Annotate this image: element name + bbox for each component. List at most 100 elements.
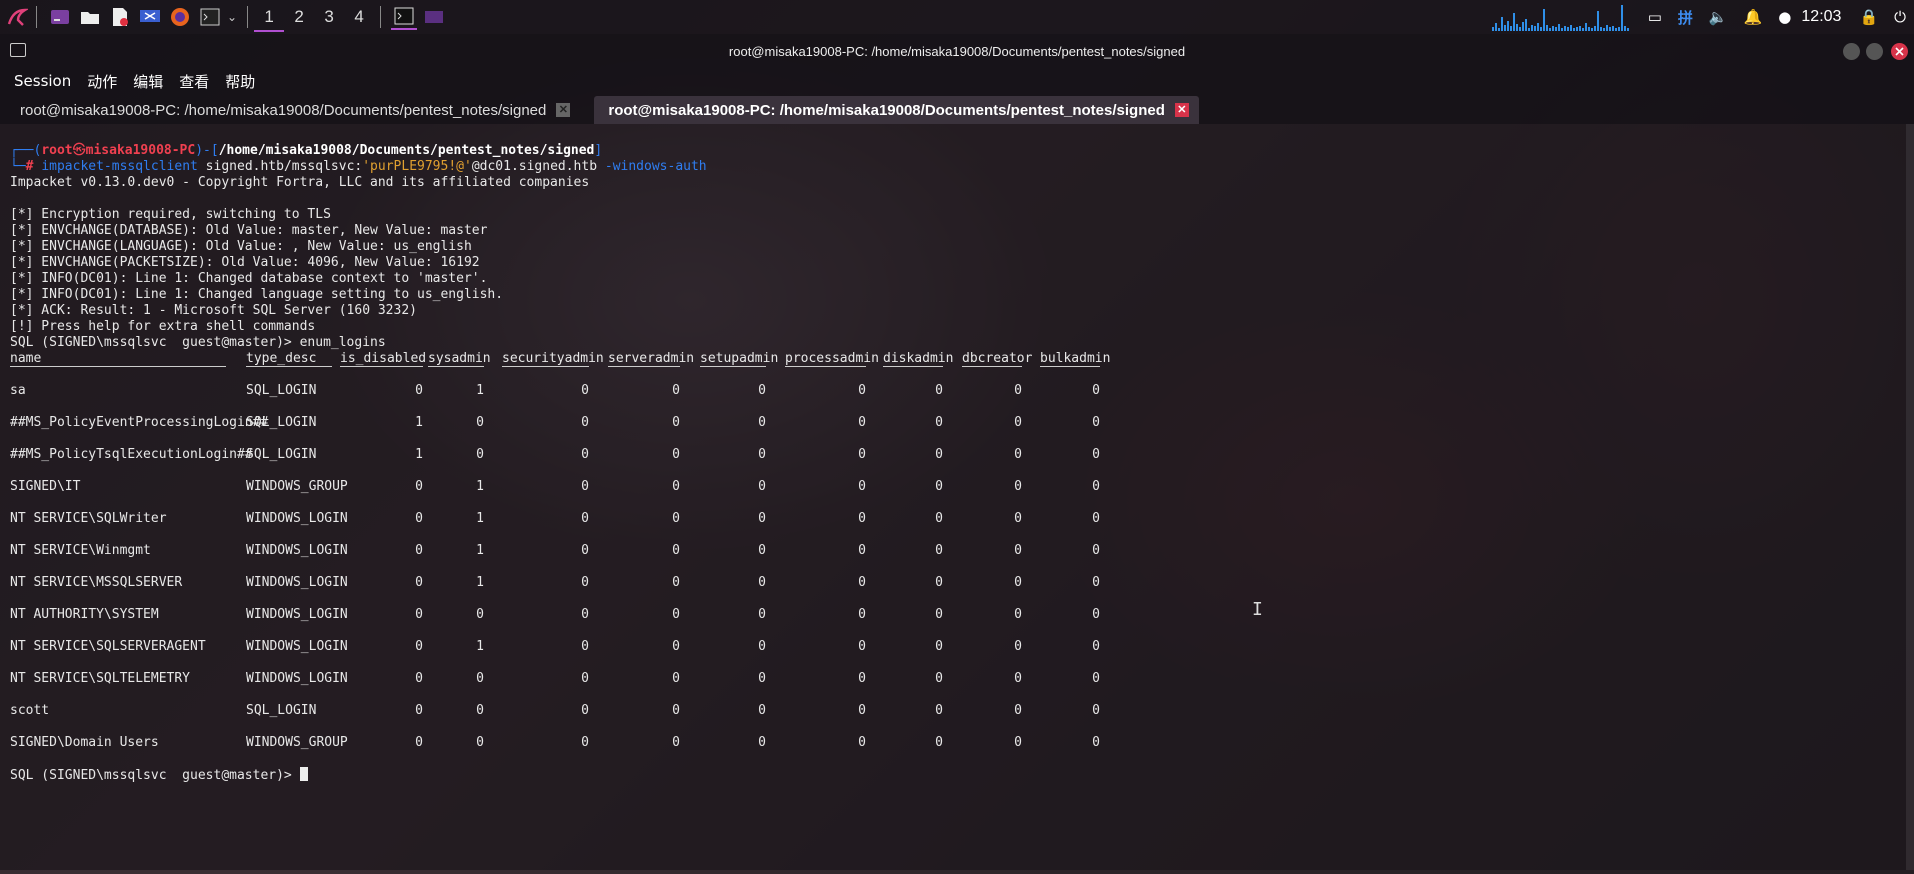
clock[interactable]: 12:03	[1801, 8, 1841, 26]
menu-help[interactable]: 帮助	[217, 71, 263, 92]
tab-terminal-2[interactable]: root@misaka19008-PC: /home/misaka19008/D…	[594, 96, 1199, 124]
table-cell: 0	[935, 479, 943, 494]
terminal-output[interactable]: ┌──(root㉿misaka19008-PC)-[/home/misaka19…	[0, 124, 1914, 870]
network-graph-bar	[1578, 26, 1581, 31]
network-graph-bar	[1608, 27, 1611, 31]
table-cell: 0	[935, 415, 943, 430]
network-graph-bar	[1500, 17, 1503, 31]
file-manager-icon[interactable]	[77, 4, 103, 30]
panel-separator	[36, 6, 37, 28]
display-icon[interactable]: ▭	[1648, 8, 1662, 26]
taskbar-terminal-icon[interactable]	[391, 4, 418, 30]
table-cell: 0	[581, 447, 589, 462]
window-titlebar[interactable]: root@misaka19008-PC: /home/misaka19008/D…	[0, 34, 1914, 68]
table-cell: 0	[1014, 511, 1022, 526]
network-graph-bar	[1566, 27, 1569, 31]
app-launcher-icon[interactable]	[47, 4, 73, 30]
window-menu-icon[interactable]	[10, 43, 26, 57]
network-graph-bar	[1497, 28, 1500, 31]
table-cell: 0	[1014, 703, 1022, 718]
terminal-launcher-icon[interactable]	[197, 4, 223, 30]
text-editor-icon[interactable]	[107, 4, 133, 30]
tab-label: root@misaka19008-PC: /home/misaka19008/D…	[608, 101, 1165, 119]
network-graph-bar	[1542, 9, 1545, 31]
network-graph-bar	[1533, 26, 1536, 31]
table-cell: 0	[1092, 671, 1100, 686]
chevron-down-icon[interactable]: ⌄	[227, 10, 237, 24]
table-cell: 0	[1092, 511, 1100, 526]
table-cell: 0	[476, 415, 484, 430]
table-cell: sa	[10, 383, 26, 398]
output-line: SQL (SIGNED\mssqlsvc guest@master)> enum…	[10, 335, 386, 350]
table-cell: 1	[476, 479, 484, 494]
output-line: [*] INFO(DC01): Line 1: Changed language…	[10, 287, 504, 302]
table-cell: 0	[858, 479, 866, 494]
table-cell: WINDOWS_GROUP	[246, 735, 348, 750]
table-cell: 0	[1014, 479, 1022, 494]
network-graph-bar	[1626, 28, 1629, 31]
table-cell: 0	[476, 735, 484, 750]
column-header-diskadmin: diskadmin	[883, 351, 954, 367]
menu-view[interactable]: 查看	[171, 71, 217, 92]
workspace-1[interactable]: 1	[254, 2, 285, 32]
network-graph-bar	[1623, 26, 1626, 31]
notification-bell-icon[interactable]: 🔔	[1744, 8, 1763, 26]
table-cell: WINDOWS_LOGIN	[246, 575, 348, 590]
table-cell: 0	[1092, 543, 1100, 558]
network-graph-bar	[1575, 27, 1578, 31]
network-graph-bar	[1605, 25, 1608, 31]
kali-menu-icon[interactable]	[4, 4, 30, 30]
column-header-is-disabled: is_disabled	[340, 351, 427, 367]
maximize-button[interactable]	[1866, 43, 1883, 60]
table-cell: 0	[1014, 415, 1022, 430]
power-icon[interactable]: ⏻	[1894, 8, 1906, 26]
menu-actions[interactable]: 动作	[79, 71, 125, 92]
network-graph-bar	[1521, 22, 1524, 31]
table-cell: 1	[476, 575, 484, 590]
table-cell: 0	[1014, 575, 1022, 590]
firefox-icon[interactable]	[167, 4, 193, 30]
table-cell: 0	[415, 479, 423, 494]
menu-edit[interactable]: 编辑	[125, 71, 171, 92]
workspace-3[interactable]: 3	[314, 7, 344, 27]
table-cell: 0	[935, 575, 943, 590]
table-cell: SQL_LOGIN	[246, 383, 317, 398]
input-method-icon[interactable]: 拼	[1678, 7, 1693, 28]
taskbar-window-icon[interactable]	[421, 4, 447, 30]
volume-icon[interactable]: 🔈	[1709, 8, 1728, 26]
close-button[interactable]	[1891, 43, 1908, 60]
minimize-button[interactable]	[1843, 43, 1860, 60]
remote-desktop-icon[interactable]	[137, 4, 163, 30]
network-graph-bar	[1527, 28, 1530, 31]
table-cell: 0	[415, 671, 423, 686]
workspace-2[interactable]: 2	[284, 7, 314, 27]
tab-terminal-1[interactable]: root@misaka19008-PC: /home/misaka19008/D…	[6, 96, 580, 124]
table-cell: 0	[858, 511, 866, 526]
column-header-sysadmin: sysadmin	[428, 351, 491, 367]
workspace-4[interactable]: 4	[344, 7, 374, 27]
updates-icon[interactable]: ●	[1778, 8, 1791, 26]
table-cell: 0	[672, 607, 680, 622]
tab-close-icon[interactable]: ✕	[1174, 103, 1189, 117]
table-cell: 0	[476, 447, 484, 462]
table-cell: 0	[672, 735, 680, 750]
table-cell: 0	[1092, 415, 1100, 430]
table-cell: 0	[1014, 735, 1022, 750]
table-cell: 0	[758, 607, 766, 622]
table-cell: 0	[415, 575, 423, 590]
table-cell: WINDOWS_LOGIN	[246, 671, 348, 686]
terminal-scrollbar[interactable]	[1906, 124, 1914, 870]
table-cell: NT AUTHORITY\SYSTEM	[10, 607, 159, 622]
system-tray: ▭ 拼 🔈 🔔 ● 12:03 🔒 ⏻	[1491, 0, 1914, 34]
table-row: SIGNED\Domain Users WINDOWS_GROUP 0 0 0 0 0 0 0 0…	[10, 719, 1410, 751]
menu-session[interactable]: Session	[6, 72, 79, 90]
table-row: sa SQL_LOGIN 0 1 0 0 0 0 0 0 0	[10, 367, 1410, 399]
table-header: name type_desc is_disabled sysadmin security…	[10, 351, 1410, 367]
output-line: [*] ENVCHANGE(LANGUAGE): Old Value: , Ne…	[10, 239, 472, 254]
network-graph-bar	[1530, 25, 1533, 31]
tab-close-icon[interactable]: ✕	[556, 103, 571, 117]
table-row: NT AUTHORITY\SYSTEM WINDOWS_LOGIN 0 0 0 0 0 0 0 0…	[10, 591, 1410, 623]
lock-icon[interactable]: 🔒	[1859, 8, 1878, 26]
table-cell: 0	[672, 479, 680, 494]
